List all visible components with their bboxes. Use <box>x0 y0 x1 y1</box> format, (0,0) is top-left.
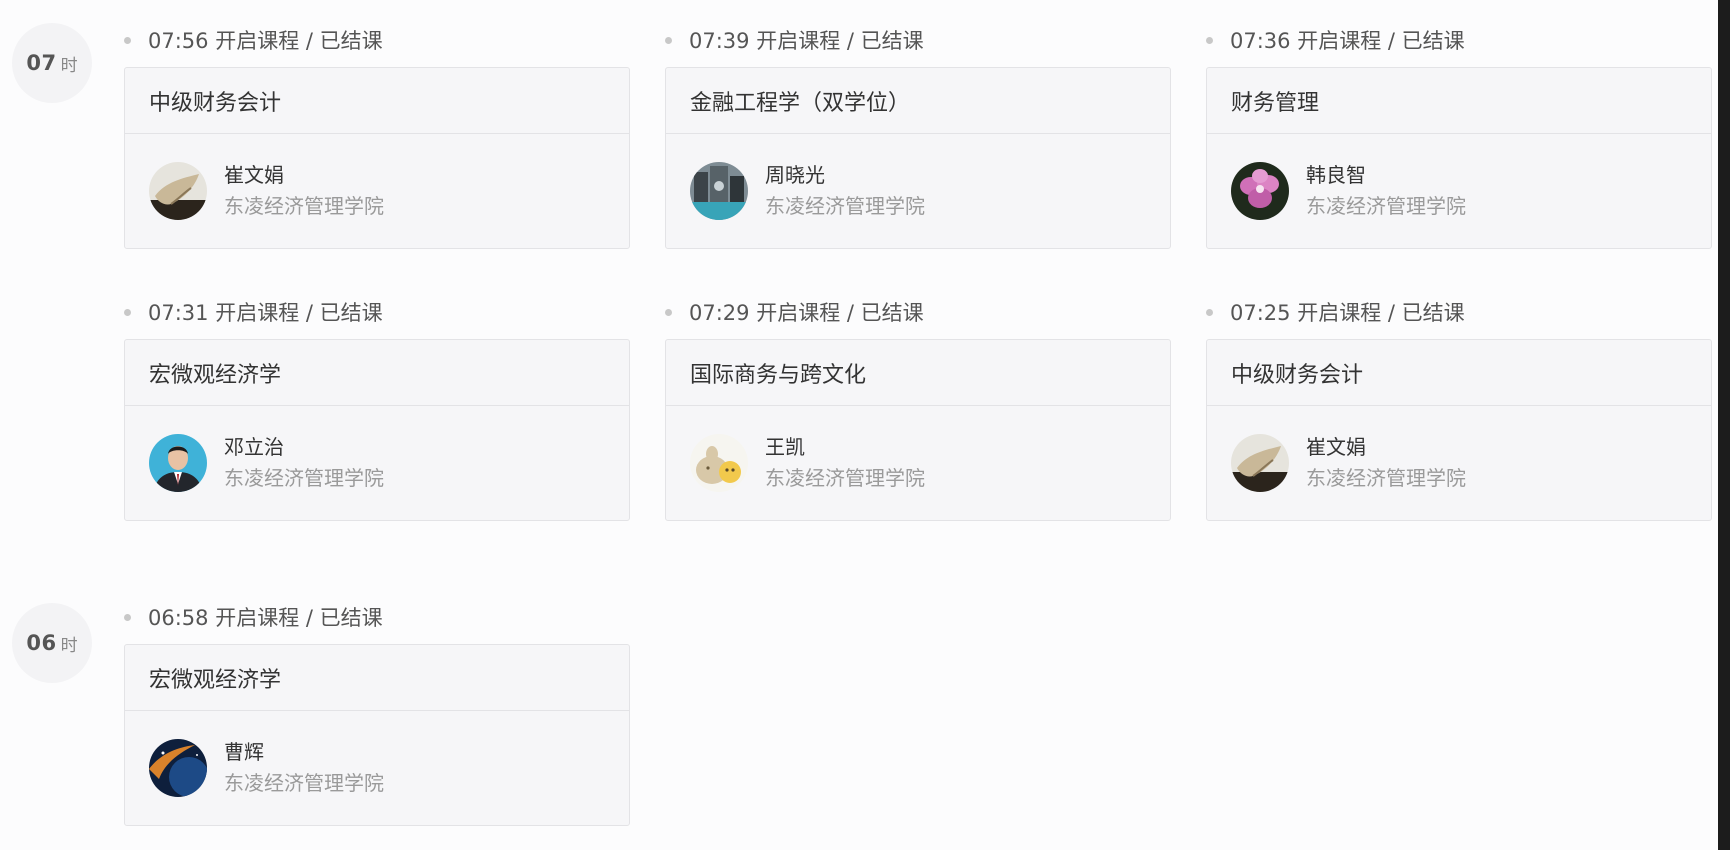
session-item: 07:56 开启课程 / 已结课 中级财务会计 崔文娟 东凌经济管理学院 <box>124 26 632 249</box>
hour-unit: 时 <box>60 635 78 656</box>
teacher-info: 周晓光 东凌经济管理学院 <box>765 156 925 226</box>
course-card[interactable]: 财务管理 韩良智 东凌经济管理学院 <box>1206 67 1712 249</box>
teacher-school: 东凌经济管理学院 <box>765 466 925 490</box>
teacher-row: 韩良智 东凌经济管理学院 <box>1207 134 1711 248</box>
teacher-info: 崔文娟 东凌经济管理学院 <box>224 156 384 226</box>
teacher-school: 东凌经济管理学院 <box>224 466 384 490</box>
teacher-name[interactable]: 邓立治 <box>224 432 384 462</box>
session-time: 07:31 开启课程 / 已结课 <box>124 298 632 326</box>
person-avatar[interactable] <box>149 434 207 492</box>
course-timeline: 07 时 07:56 开启课程 / 已结课 中级财务会计 崔文娟 东凌经济管理学… <box>0 0 1730 850</box>
session-time-text: 07:31 开启课程 / 已结课 <box>148 301 383 325</box>
teacher-school: 东凌经济管理学院 <box>224 194 384 218</box>
course-card[interactable]: 宏微观经济学 邓立治 东凌经济管理学院 <box>124 339 630 521</box>
bird-avatar[interactable] <box>149 162 207 220</box>
teacher-school: 东凌经济管理学院 <box>765 194 925 218</box>
bullet-icon <box>1206 308 1213 316</box>
bird-avatar[interactable] <box>1231 434 1289 492</box>
flower-avatar[interactable] <box>1231 162 1289 220</box>
session-time: 07:39 开启课程 / 已结课 <box>665 26 1173 54</box>
teacher-name[interactable]: 韩良智 <box>1306 160 1466 190</box>
course-title[interactable]: 中级财务会计 <box>125 68 629 134</box>
session-time-text: 07:25 开启课程 / 已结课 <box>1230 301 1465 325</box>
teacher-row: 邓立治 东凌经济管理学院 <box>125 406 629 520</box>
session-time: 07:29 开启课程 / 已结课 <box>665 298 1173 326</box>
course-card[interactable]: 宏微观经济学 曹辉 东凌经济管理学院 <box>124 644 630 826</box>
bullet-icon <box>124 308 131 316</box>
course-card[interactable]: 中级财务会计 崔文娟 东凌经济管理学院 <box>1206 339 1712 521</box>
teacher-name[interactable]: 曹辉 <box>224 737 384 767</box>
hour-number: 06 <box>26 631 57 655</box>
teacher-row: 崔文娟 东凌经济管理学院 <box>1207 406 1711 520</box>
teacher-info: 王凯 东凌经济管理学院 <box>765 428 925 498</box>
teacher-info: 崔文娟 东凌经济管理学院 <box>1306 428 1466 498</box>
session-time-text: 07:56 开启课程 / 已结课 <box>148 29 383 53</box>
course-card[interactable]: 国际商务与跨文化 王凯 东凌经济管理学院 <box>665 339 1171 521</box>
bullet-icon <box>124 36 131 44</box>
course-title[interactable]: 金融工程学（双学位） <box>666 68 1170 134</box>
city-avatar[interactable] <box>690 162 748 220</box>
cartoon-avatar[interactable] <box>690 434 748 492</box>
bullet-icon <box>124 613 131 621</box>
hour-number: 07 <box>26 51 57 75</box>
session-item: 07:29 开启课程 / 已结课 国际商务与跨文化 王凯 东凌经济管理学院 <box>665 298 1173 521</box>
teacher-name[interactable]: 崔文娟 <box>1306 432 1466 462</box>
session-time-text: 06:58 开启课程 / 已结课 <box>148 606 383 630</box>
session-time: 07:36 开启课程 / 已结课 <box>1206 26 1714 54</box>
hour-unit: 时 <box>60 55 78 76</box>
session-time: 06:58 开启课程 / 已结课 <box>124 603 632 631</box>
teacher-row: 周晓光 东凌经济管理学院 <box>666 134 1170 248</box>
session-item: 07:39 开启课程 / 已结课 金融工程学（双学位） 周晓光 东凌经济管理学院 <box>665 26 1173 249</box>
session-time-text: 07:39 开启课程 / 已结课 <box>689 29 924 53</box>
teacher-row: 王凯 东凌经济管理学院 <box>666 406 1170 520</box>
teacher-name[interactable]: 崔文娟 <box>224 160 384 190</box>
bullet-icon <box>1206 36 1213 44</box>
teacher-name[interactable]: 周晓光 <box>765 160 925 190</box>
teacher-school: 东凌经济管理学院 <box>1306 194 1466 218</box>
hour-badge-06: 06 时 <box>12 603 92 683</box>
bullet-icon <box>665 36 672 44</box>
session-time: 07:56 开启课程 / 已结课 <box>124 26 632 54</box>
session-item: 07:36 开启课程 / 已结课 财务管理 韩良智 东凌经济管理学院 <box>1206 26 1714 249</box>
teacher-info: 曹辉 东凌经济管理学院 <box>224 733 384 803</box>
teacher-name[interactable]: 王凯 <box>765 432 925 462</box>
hour-badge-07: 07 时 <box>12 23 92 103</box>
session-time: 07:25 开启课程 / 已结课 <box>1206 298 1714 326</box>
session-item: 07:31 开启课程 / 已结课 宏微观经济学 邓立治 东凌经济管理学院 <box>124 298 632 521</box>
teacher-school: 东凌经济管理学院 <box>1306 466 1466 490</box>
bullet-icon <box>665 308 672 316</box>
course-card[interactable]: 中级财务会计 崔文娟 东凌经济管理学院 <box>124 67 630 249</box>
course-title[interactable]: 财务管理 <box>1207 68 1711 134</box>
course-title[interactable]: 宏微观经济学 <box>125 645 629 711</box>
teacher-school: 东凌经济管理学院 <box>224 771 384 795</box>
session-time-text: 07:29 开启课程 / 已结课 <box>689 301 924 325</box>
course-title[interactable]: 宏微观经济学 <box>125 340 629 406</box>
teacher-info: 邓立治 东凌经济管理学院 <box>224 428 384 498</box>
session-item: 07:25 开启课程 / 已结课 中级财务会计 崔文娟 东凌经济管理学院 <box>1206 298 1714 521</box>
session-time-text: 07:36 开启课程 / 已结课 <box>1230 29 1465 53</box>
course-card[interactable]: 金融工程学（双学位） 周晓光 东凌经济管理学院 <box>665 67 1171 249</box>
session-item: 06:58 开启课程 / 已结课 宏微观经济学 曹辉 东凌经济管理学院 <box>124 603 632 826</box>
window-edge <box>1718 0 1730 850</box>
space-avatar[interactable] <box>149 739 207 797</box>
course-title[interactable]: 中级财务会计 <box>1207 340 1711 406</box>
course-title[interactable]: 国际商务与跨文化 <box>666 340 1170 406</box>
teacher-row: 崔文娟 东凌经济管理学院 <box>125 134 629 248</box>
teacher-row: 曹辉 东凌经济管理学院 <box>125 711 629 825</box>
teacher-info: 韩良智 东凌经济管理学院 <box>1306 156 1466 226</box>
